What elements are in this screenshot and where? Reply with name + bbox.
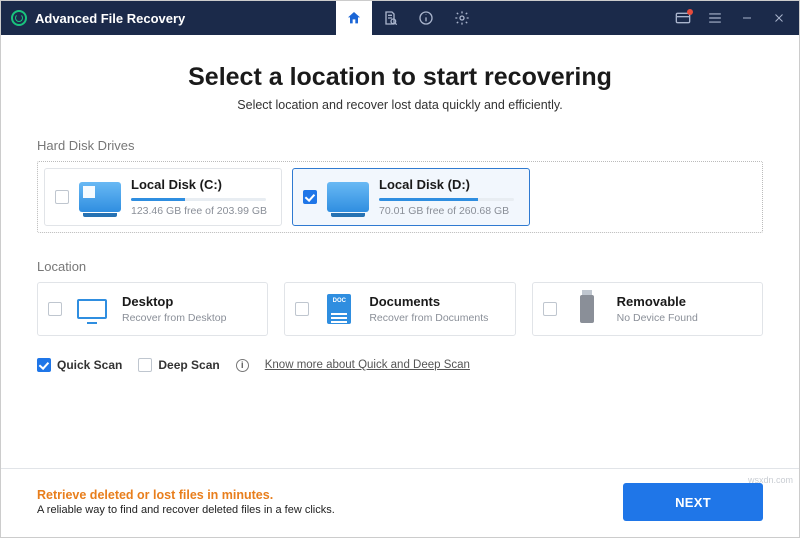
close-button[interactable] (763, 1, 795, 35)
hdd-windows-icon (79, 182, 121, 212)
footer-bar: Retrieve deleted or lost files in minute… (1, 468, 799, 521)
info-icon (418, 10, 434, 26)
app-logo-icon (11, 10, 27, 26)
tip-subtitle: A reliable way to find and recover delet… (37, 504, 335, 516)
quick-scan-label: Quick Scan (57, 358, 122, 372)
drive-info: Local Disk (C:) 123.46 GB free of 203.99… (131, 177, 267, 217)
minimize-button[interactable] (731, 1, 763, 35)
section-label-drives: Hard Disk Drives (37, 138, 763, 153)
drive-free-info: 123.46 GB free of 203.99 GB (131, 205, 267, 217)
title-bar: Advanced File Recovery (1, 1, 799, 35)
tip-title: Retrieve deleted or lost files in minute… (37, 488, 335, 502)
drive-checkbox-c[interactable] (55, 190, 69, 204)
deep-scan-option[interactable]: Deep Scan (138, 358, 219, 372)
tab-scan[interactable] (372, 1, 408, 35)
location-card-documents[interactable]: Documents Recover from Documents (284, 282, 515, 336)
scan-options: Quick Scan Deep Scan i Know more about Q… (37, 358, 763, 372)
location-name: Removable (617, 294, 698, 309)
location-info: Recover from Desktop (122, 312, 226, 324)
documents-icon (319, 294, 359, 324)
drive-checkbox-d[interactable] (303, 190, 317, 204)
footer-tip: Retrieve deleted or lost files in minute… (37, 488, 335, 516)
deep-scan-label: Deep Scan (158, 358, 219, 372)
tab-home[interactable] (336, 1, 372, 35)
drive-free-info: 70.01 GB free of 260.68 GB (379, 205, 514, 217)
notifications-button[interactable] (667, 1, 699, 35)
tab-settings[interactable] (444, 1, 480, 35)
minimize-icon (741, 12, 753, 24)
close-icon (773, 12, 785, 24)
window-controls (667, 1, 799, 35)
location-name: Documents (369, 294, 488, 309)
tab-info[interactable] (408, 1, 444, 35)
drive-card-d[interactable]: Local Disk (D:) 70.01 GB free of 260.68 … (292, 168, 530, 226)
drive-usage-bar (379, 198, 514, 201)
scan-info-link[interactable]: Know more about Quick and Deep Scan (265, 359, 470, 371)
location-card-desktop[interactable]: Desktop Recover from Desktop (37, 282, 268, 336)
main-content: Select a location to start recovering Se… (1, 35, 799, 382)
home-icon (346, 10, 362, 26)
page-title: Select a location to start recovering (37, 63, 763, 92)
deep-scan-checkbox[interactable] (138, 358, 152, 372)
location-checkbox-removable[interactable] (543, 302, 557, 316)
location-info: Recover from Documents (369, 312, 488, 324)
location-checkbox-desktop[interactable] (48, 302, 62, 316)
menu-button[interactable] (699, 1, 731, 35)
desktop-icon (72, 294, 112, 324)
drive-list: Local Disk (C:) 123.46 GB free of 203.99… (37, 161, 763, 233)
drive-info: Local Disk (D:) 70.01 GB free of 260.68 … (379, 177, 514, 217)
drive-usage-bar (131, 198, 266, 201)
hamburger-icon (708, 12, 722, 24)
section-label-location: Location (37, 259, 763, 274)
app-brand: Advanced File Recovery (1, 10, 336, 26)
location-info: No Device Found (617, 312, 698, 324)
location-name: Desktop (122, 294, 226, 309)
usb-icon (567, 294, 607, 324)
inbox-icon (675, 12, 691, 24)
top-nav (336, 1, 480, 35)
gear-icon (454, 10, 470, 26)
drive-name: Local Disk (D:) (379, 177, 514, 192)
page-subtitle: Select location and recover lost data qu… (37, 98, 763, 112)
info-icon: i (236, 359, 249, 372)
app-title: Advanced File Recovery (35, 11, 185, 26)
quick-scan-checkbox[interactable] (37, 358, 51, 372)
hdd-icon (327, 182, 369, 212)
location-card-removable[interactable]: Removable No Device Found (532, 282, 763, 336)
location-list: Desktop Recover from Desktop Documents R… (37, 282, 763, 336)
location-checkbox-documents[interactable] (295, 302, 309, 316)
scan-doc-icon (382, 10, 398, 26)
drive-name: Local Disk (C:) (131, 177, 267, 192)
quick-scan-option[interactable]: Quick Scan (37, 358, 122, 372)
next-button[interactable]: NEXT (623, 483, 763, 521)
drive-card-c[interactable]: Local Disk (C:) 123.46 GB free of 203.99… (44, 168, 282, 226)
